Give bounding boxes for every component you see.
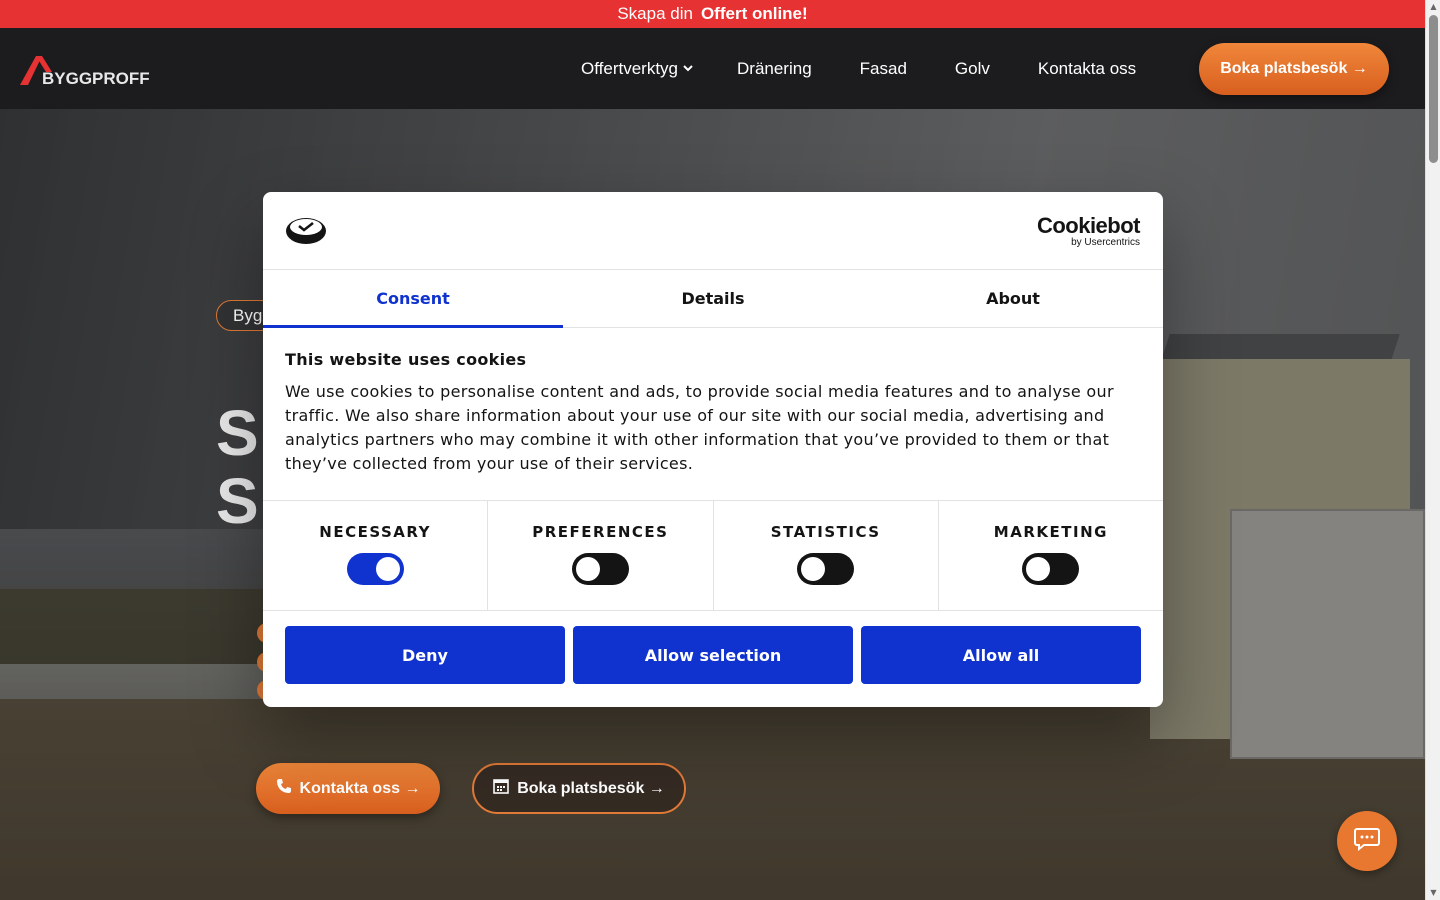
nav-offertverktyg[interactable]: Offertverktyg bbox=[581, 59, 694, 79]
cookiebot-brand-sub: by Usercentrics bbox=[1071, 237, 1140, 248]
dialog-heading: This website uses cookies bbox=[285, 350, 527, 369]
cookiebot-logo: Cookiebot by Usercentrics bbox=[1036, 213, 1141, 248]
site-header: BYGGPROFFS Offertverktyg Dränering Fasad… bbox=[0, 28, 1425, 109]
allow-selection-button[interactable]: Allow selection bbox=[573, 626, 853, 684]
promo-link[interactable]: Offert online! bbox=[701, 4, 808, 24]
statistics-switch[interactable] bbox=[797, 553, 855, 585]
nav-golv[interactable]: Golv bbox=[955, 59, 990, 79]
switch-knob bbox=[801, 557, 826, 581]
scroll-up-arrow-icon[interactable]: ▲ bbox=[1429, 2, 1438, 12]
nav-fasad[interactable]: Fasad bbox=[860, 59, 907, 79]
book-visit-button[interactable]: Boka platsbesök → bbox=[1199, 43, 1389, 95]
toggle-necessary: NECESSARY bbox=[263, 501, 489, 610]
calendar-icon bbox=[493, 778, 509, 799]
toggle-label: PREFERENCES bbox=[532, 523, 669, 541]
preferences-switch[interactable] bbox=[571, 553, 629, 585]
book-visit-hero-button[interactable]: Boka platsbesök → bbox=[472, 763, 686, 814]
book-visit-hero-label: Boka platsbesök → bbox=[517, 779, 665, 797]
tab-consent[interactable]: Consent bbox=[263, 270, 563, 328]
promo-text: Skapa din bbox=[617, 4, 693, 23]
byggproffs-logo[interactable]: BYGGPROFFS bbox=[20, 52, 161, 88]
svg-text:BYGGPROFFS: BYGGPROFFS bbox=[42, 69, 150, 88]
contact-button-label: Kontakta oss → bbox=[299, 779, 421, 797]
scroll-thumb[interactable] bbox=[1429, 15, 1438, 163]
toggle-label: STATISTICS bbox=[770, 523, 881, 541]
switch-knob bbox=[375, 557, 400, 581]
chat-icon bbox=[1354, 827, 1380, 855]
dialog-body: This website uses cookies We use cookies… bbox=[263, 328, 1163, 501]
toggle-statistics: STATISTICS bbox=[714, 501, 939, 610]
toggle-marketing: MARKETING bbox=[939, 501, 1163, 610]
toggle-preferences: PREFERENCES bbox=[488, 501, 714, 610]
toggle-label: NECESSARY bbox=[319, 523, 431, 541]
scroll-down-arrow-icon[interactable]: ▼ bbox=[1429, 888, 1438, 898]
marketing-switch[interactable] bbox=[1022, 553, 1080, 585]
dialog-tabs: Consent Details About bbox=[263, 270, 1163, 328]
page-scrollbar[interactable]: ▲ ▼ bbox=[1425, 0, 1440, 900]
promo-bar[interactable]: Skapa din Offert online! bbox=[0, 0, 1425, 28]
toggle-label: MARKETING bbox=[993, 523, 1108, 541]
dialog-header: Cookiebot by Usercentrics bbox=[263, 192, 1163, 270]
chat-button[interactable] bbox=[1337, 811, 1397, 871]
nav-offertverktyg-label: Offertverktyg bbox=[581, 58, 678, 78]
site-badge-icon bbox=[285, 214, 327, 250]
phone-icon bbox=[276, 778, 292, 799]
tab-details[interactable]: Details bbox=[563, 270, 863, 327]
cookiebot-brand: Cookiebot bbox=[1036, 213, 1141, 238]
nav-kontakta-oss[interactable]: Kontakta oss bbox=[1038, 59, 1136, 79]
allow-all-button[interactable]: Allow all bbox=[861, 626, 1141, 684]
main-nav: Offertverktyg Dränering Fasad Golv Konta… bbox=[581, 28, 1136, 109]
switch-knob bbox=[1026, 557, 1051, 581]
cookie-consent-dialog: Cookiebot by Usercentrics Consent Detail… bbox=[263, 192, 1163, 707]
deny-button[interactable]: Deny bbox=[285, 626, 565, 684]
dialog-actions: Deny Allow selection Allow all bbox=[263, 611, 1163, 699]
necessary-switch[interactable] bbox=[346, 553, 404, 585]
dialog-description: We use cookies to personalise content an… bbox=[285, 382, 1114, 473]
nav-dranering[interactable]: Dränering bbox=[737, 59, 812, 79]
contact-button[interactable]: Kontakta oss → bbox=[256, 763, 440, 814]
chevron-down-icon bbox=[682, 59, 694, 79]
consent-toggles: NECESSARY PREFERENCES STATISTICS MARKETI… bbox=[263, 501, 1163, 611]
tab-about[interactable]: About bbox=[863, 270, 1163, 327]
switch-knob bbox=[575, 557, 600, 581]
